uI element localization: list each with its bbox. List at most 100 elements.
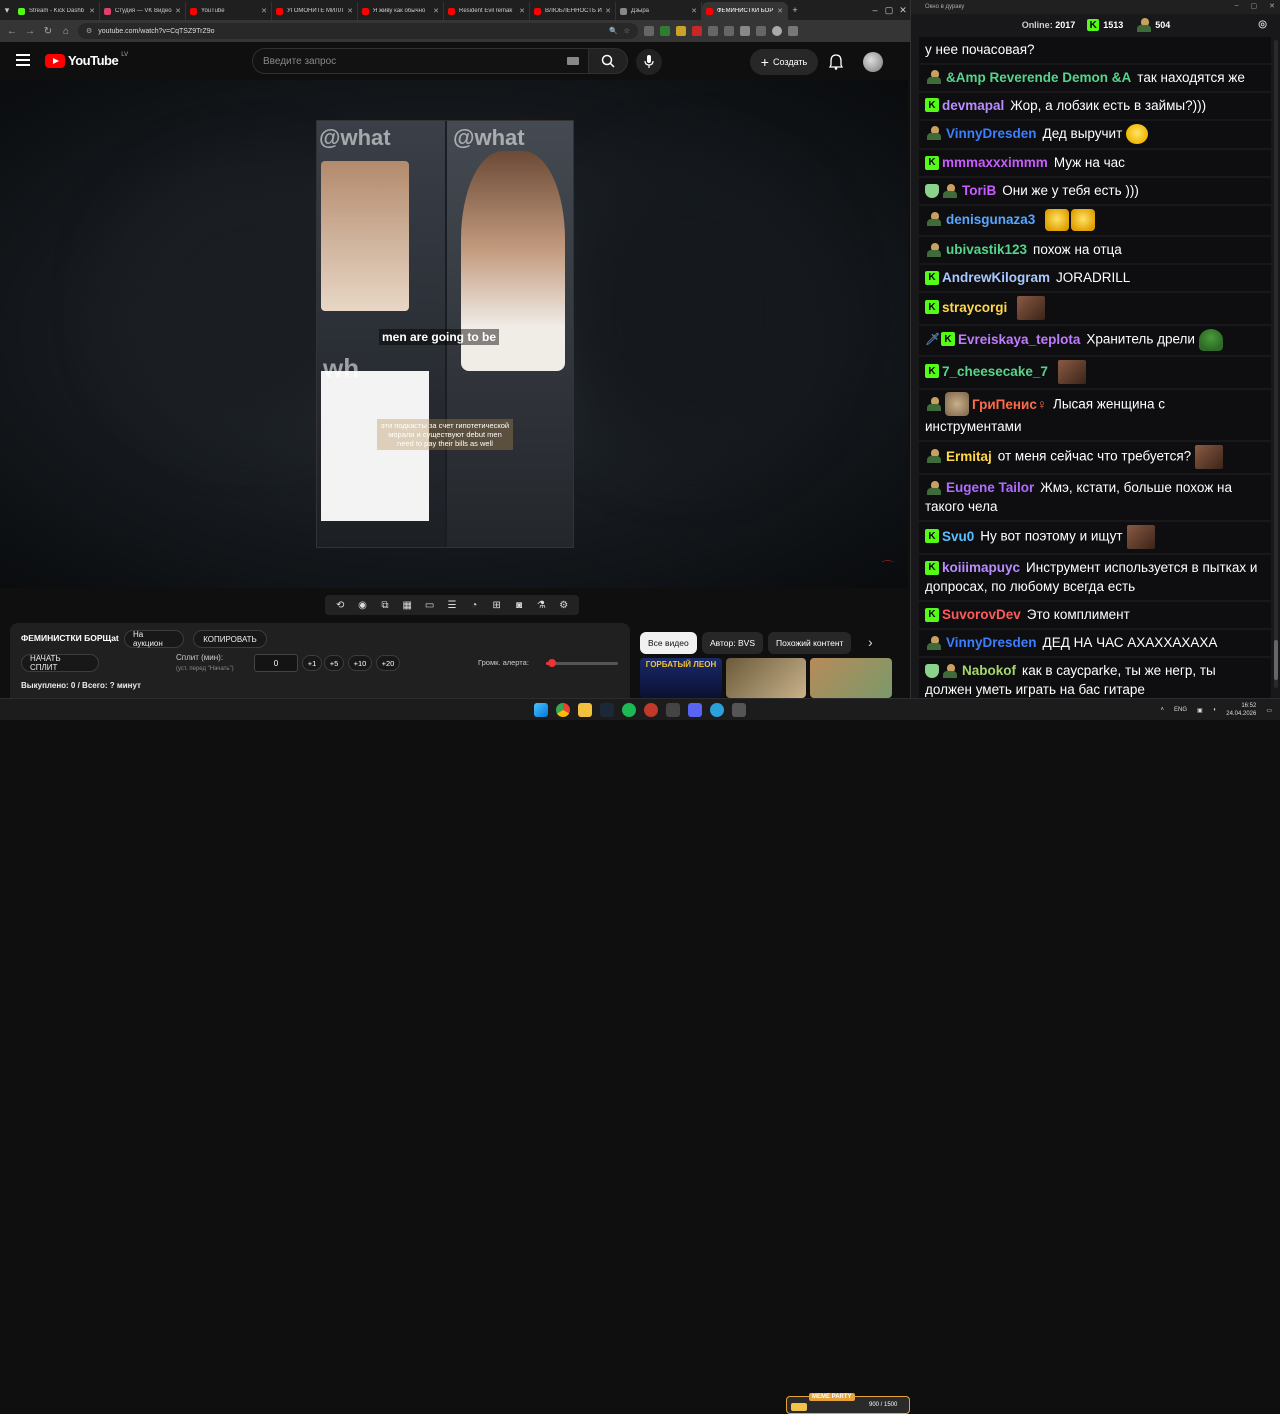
copy-button[interactable]: КОПИРОВАТЬ (193, 630, 267, 648)
tab-close-icon[interactable]: ✕ (433, 7, 439, 15)
tab-close-icon[interactable]: ✕ (261, 7, 267, 15)
auction-button[interactable]: На аукцион (124, 630, 184, 648)
broadcast-icon[interactable]: ◉ (357, 599, 369, 611)
chat-username[interactable]: Svu0 (942, 529, 974, 544)
alert-volume-slider[interactable] (546, 659, 618, 667)
extension-icon[interactable] (724, 26, 734, 36)
extension-icon[interactable] (756, 26, 766, 36)
tab-close-icon[interactable]: ✕ (691, 7, 697, 15)
settings-icon[interactable]: ⚙ (558, 599, 570, 611)
avatar[interactable] (863, 52, 883, 72)
chat-username[interactable]: mmmaxxximmm (942, 155, 1048, 170)
extension-icon[interactable] (692, 26, 702, 36)
start-split-button[interactable]: НАЧАТЬ СПЛИТ (21, 654, 99, 672)
chevron-right-icon[interactable]: › (868, 634, 873, 650)
chat-username[interactable]: koiiimapuyc (942, 560, 1020, 575)
chrome-icon[interactable] (556, 703, 570, 717)
bookmark-star-icon[interactable]: ☆ (624, 27, 630, 35)
chat-username[interactable]: &Amp Reverende Demon &A (946, 70, 1131, 85)
chat-username[interactable]: straycorgi (942, 300, 1007, 315)
reload-icon[interactable]: ↻ (42, 26, 54, 37)
browser-tab[interactable]: YouTube ✕ (186, 2, 272, 20)
keyboard-icon[interactable] (567, 57, 579, 65)
split-increment-button[interactable]: +1 (302, 655, 322, 671)
chat-username[interactable]: VinnyDresden (946, 126, 1037, 141)
film-icon[interactable]: ▦ (401, 599, 413, 611)
browser-tab[interactable]: УГОМОНИТЕ МИЛЛ ✕ (272, 2, 358, 20)
tab-close-icon[interactable]: ✕ (605, 7, 611, 15)
add-screen-icon[interactable]: ⊞ (491, 599, 503, 611)
browser-tab[interactable]: Дзыра ✕ (616, 2, 702, 20)
browser-tab[interactable]: Stream - Kick Dashb ✕ (14, 2, 100, 20)
search-button[interactable] (588, 48, 628, 74)
minimize-icon[interactable]: – (868, 3, 882, 17)
split-minutes-input[interactable] (254, 654, 298, 672)
tab-search-icon[interactable]: ▾ (0, 3, 14, 17)
browser-tab[interactable]: ВЛЮБЛЕННОСТЬ И ✕ (530, 2, 616, 20)
tray-chevron-icon[interactable]: ˄ (1160, 707, 1164, 713)
chat-username[interactable]: ToriB (962, 183, 996, 198)
chat-username[interactable]: denisgunaza3 (946, 212, 1035, 227)
downloads-icon[interactable] (740, 26, 750, 36)
app-icon[interactable] (732, 703, 746, 717)
picture-in-picture-icon[interactable]: ⧉ (379, 599, 391, 611)
camera-icon[interactable]: ◙ (513, 599, 525, 611)
extension-icon[interactable] (676, 26, 686, 36)
speed-icon[interactable]: ◔ (468, 599, 480, 611)
voice-search-button[interactable] (636, 49, 662, 75)
tab-close-icon[interactable]: ✕ (519, 7, 525, 15)
tab-close-icon[interactable]: ✕ (175, 7, 181, 15)
tab-close-icon[interactable]: ✕ (777, 7, 783, 15)
settings-icon[interactable]: ◎ (1258, 19, 1267, 30)
loop-icon[interactable]: ⟲ (334, 599, 346, 611)
chat-username[interactable]: VinnyDresden (946, 635, 1037, 650)
split-increment-button[interactable]: +5 (324, 655, 344, 671)
menu-icon[interactable] (788, 26, 798, 36)
chip-similar[interactable]: Похожий контент (768, 632, 852, 654)
app-icon[interactable] (666, 703, 680, 717)
chat-username[interactable]: Eugene Tailor (946, 480, 1034, 495)
flask-icon[interactable]: ⚗ (535, 599, 547, 611)
maximize-icon[interactable]: ▢ (1251, 2, 1258, 10)
windows-start-icon[interactable] (534, 703, 548, 717)
search-input[interactable] (263, 55, 553, 67)
app-icon[interactable] (644, 703, 658, 717)
close-icon[interactable]: ✕ (1269, 2, 1275, 10)
create-button[interactable]: + Создать (750, 49, 818, 75)
language-indicator[interactable]: ENG (1174, 707, 1187, 713)
chip-author[interactable]: Автор: BVS (702, 632, 763, 654)
new-tab-button[interactable]: + (788, 3, 802, 17)
chat-username[interactable]: Nabokof (962, 663, 1016, 678)
menu-icon[interactable] (16, 54, 30, 66)
discord-icon[interactable] (688, 703, 702, 717)
extension-icon[interactable] (644, 26, 654, 36)
clock[interactable]: 16:52 24.04.2026 (1226, 702, 1256, 718)
site-info-icon[interactable]: ⚙ (86, 27, 92, 35)
chat-username[interactable]: AndrewKilogram (942, 270, 1050, 285)
split-increment-button[interactable]: +10 (348, 655, 372, 671)
notifications-button[interactable] (826, 52, 846, 72)
extension-icon[interactable] (708, 26, 718, 36)
home-icon[interactable]: ⌂ (60, 26, 72, 37)
chat-scrollbar-thumb[interactable] (1274, 640, 1278, 680)
network-icon[interactable]: ▣ (1197, 707, 1203, 714)
minimize-icon[interactable]: – (1235, 2, 1239, 10)
volume-icon[interactable]: ◖ (1213, 707, 1217, 713)
video-player[interactable]: @what @what wh men are going to be эти п… (0, 80, 908, 588)
chat-username[interactable]: ГриПенис♀ (972, 397, 1047, 412)
split-increment-button[interactable]: +20 (376, 655, 400, 671)
related-video-thumbnail[interactable] (726, 658, 806, 698)
chat-scrollbar[interactable] (1274, 40, 1278, 688)
folder-icon[interactable] (578, 703, 592, 717)
chat-username[interactable]: SuvorovDev (942, 607, 1021, 622)
chip-all-videos[interactable]: Все видео (640, 632, 697, 654)
telegram-icon[interactable] (710, 703, 724, 717)
zoom-icon[interactable]: 🔍 (609, 27, 618, 35)
browser-tab[interactable]: ФЕМИНИСТКИ БОР ✕ (702, 2, 788, 20)
alert-volume-thumb[interactable] (547, 659, 556, 667)
chat-username[interactable]: Ermitaj (946, 449, 992, 464)
chat-username[interactable]: devmapal (942, 98, 1004, 113)
chat-username[interactable]: 7_cheesecake_7 (942, 364, 1048, 379)
back-icon[interactable]: ← (6, 26, 18, 37)
chat-username[interactable]: Evreiskaya_teplota (958, 332, 1080, 347)
